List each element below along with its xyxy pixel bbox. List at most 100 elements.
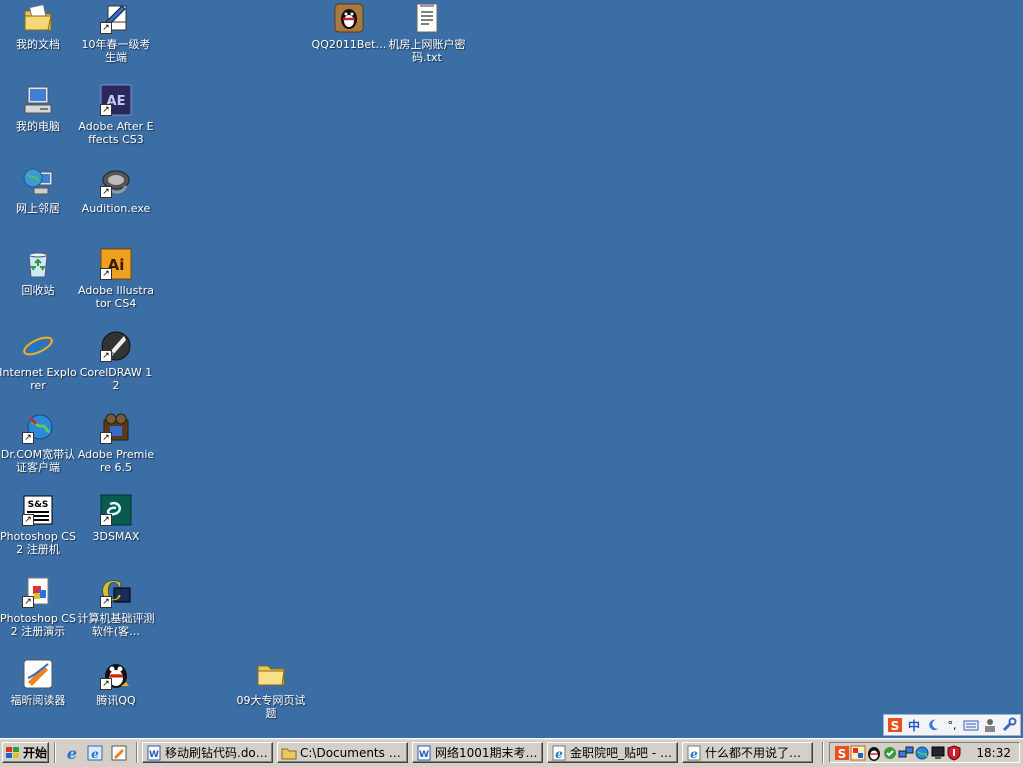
word-doc-icon: W [146, 745, 162, 761]
svg-text:W: W [419, 750, 429, 760]
desktop-icon-qq[interactable]: ↗ 腾讯QQ [77, 658, 155, 707]
desktop-icon-label: Adobe After Effects CS3 [78, 120, 154, 146]
desktop-icon-assessment-software[interactable]: C ↗ 计算机基础评测软件(客… [77, 576, 155, 638]
desktop-icon-label: 回收站 [21, 284, 55, 297]
start-label: 开始 [23, 746, 48, 760]
ime-tray-icon[interactable] [850, 745, 866, 761]
windows-logo-icon [5, 745, 21, 761]
desktop-icon-label: 09大专网页试题 [236, 694, 306, 720]
keygen-icon: S&S ↗ [22, 494, 54, 526]
svg-text:S: S [891, 719, 900, 733]
shortcut-arrow-icon: ↗ [100, 350, 112, 362]
desktop[interactable]: 我的文档 我的电脑 网上邻居 回收站 e Internet Explorer ↗… [0, 0, 1023, 738]
wrench-icon[interactable] [1001, 717, 1017, 733]
ie-quicklaunch-icon[interactable]: e [64, 744, 80, 763]
foxit-reader-icon [22, 658, 54, 690]
3dsmax-icon: ↗ [100, 494, 132, 526]
folder-icon [281, 745, 297, 761]
taskbar-separator [822, 742, 824, 763]
shortcut-arrow-icon: ↗ [100, 22, 112, 34]
desktop-icon-label: 3DSMAX [92, 530, 140, 543]
desktop-icon-my-documents[interactable]: 我的文档 [0, 2, 77, 51]
sogou-s-icon[interactable]: S [887, 717, 903, 733]
shortcut-arrow-icon: ↗ [100, 596, 112, 608]
ime-punctuation[interactable]: °, [944, 717, 960, 733]
premiere-icon: ↗ [100, 412, 132, 444]
network-places-icon [22, 166, 54, 198]
after-effects-icon: AE ↗ [100, 84, 132, 116]
desktop-icon-label: Dr.COM宽带认证客户端 [0, 448, 76, 474]
desktop-icon-internet-explorer[interactable]: e Internet Explorer [0, 330, 77, 392]
recycle-bin-icon [22, 248, 54, 280]
desktop-icon-label: 计算机基础评测软件(客… [77, 612, 155, 638]
exam-client-icon: ↗ [100, 2, 132, 34]
skin-icon[interactable] [982, 717, 998, 733]
antivirus-tray-icon[interactable] [882, 745, 898, 761]
ime-mode-chinese[interactable]: 中 [906, 717, 922, 733]
taskbar-task-word-2[interactable]: W 网络1001期末考… [412, 742, 543, 763]
desktop-icon-3dsmax[interactable]: ↗ 3DSMAX [77, 494, 155, 543]
desktop-icon-label: Audition.exe [81, 202, 151, 215]
desktop-icon-folder[interactable]: 09大专网页试题 [232, 658, 310, 720]
monitor-tray-icon[interactable] [930, 745, 946, 761]
svg-text:S&S: S&S [28, 500, 49, 510]
desktop-icon-label: 我的文档 [16, 38, 60, 51]
desktop-icon-label: 我的电脑 [16, 120, 60, 133]
audition-icon: ↗ [100, 166, 132, 198]
desktop-icon-foxit-reader[interactable]: 福昕阅读器 [0, 658, 77, 707]
svg-text:e: e [67, 745, 77, 761]
shortcut-arrow-icon: ↗ [100, 104, 112, 116]
taskbar-separator [136, 742, 138, 763]
foxit-quicklaunch-icon[interactable] [111, 745, 127, 761]
desktop-icon-qq-installer[interactable]: QQ2011Bet… [310, 2, 388, 51]
taskbar-separator [54, 742, 56, 763]
desktop-icon-coreldraw[interactable]: ↗ CorelDRAW 12 [77, 330, 155, 392]
shortcut-arrow-icon: ↗ [100, 432, 112, 444]
desktop-icon-keygen[interactable]: S&S ↗ Photoshop CS2 注册机 [0, 494, 77, 556]
clock[interactable]: 18:32 [976, 746, 1011, 760]
desktop-icon-exam-client[interactable]: ↗ 10年春一级考生端 [77, 2, 155, 64]
desktop-icon-text-file[interactable]: 机房上网账户密码.txt [388, 2, 466, 64]
desktop-icon-demo[interactable]: ↗ Photoshop CS2 注册演示 [0, 576, 77, 638]
taskbar-task-explorer[interactable]: C:\Documents and … [277, 742, 408, 763]
ie-page-icon: e [686, 745, 702, 761]
shield-tray-icon[interactable] [946, 744, 962, 761]
desktop-icon-label: Adobe Illustrator CS4 [78, 284, 154, 310]
shortcut-arrow-icon: ↗ [100, 514, 112, 526]
desktop-icon-drcom[interactable]: ↗ Dr.COM宽带认证客户端 [0, 412, 77, 474]
desktop-icon-my-computer[interactable]: 我的电脑 [0, 84, 77, 133]
start-button[interactable]: 开始 [2, 742, 49, 763]
desktop-icon-illustrator[interactable]: Ai ↗ Adobe Illustrator CS4 [77, 248, 155, 310]
keyboard-icon[interactable] [963, 717, 979, 733]
desktop-icon-audition[interactable]: ↗ Audition.exe [77, 166, 155, 215]
desktop-icon-network-places[interactable]: 网上邻居 [0, 166, 77, 215]
taskbar-task-word-1[interactable]: W 移动刷钻代码.do… [142, 742, 273, 763]
network-tray-icon[interactable] [898, 745, 914, 761]
desktop-icon-recycle-bin[interactable]: 回收站 [0, 248, 77, 297]
desktop-icon-premiere[interactable]: ↗ Adobe Premiere 6.5 [77, 412, 155, 474]
shortcut-arrow-icon: ↗ [100, 678, 112, 690]
desktop-icon-label: CorelDRAW 12 [79, 366, 153, 392]
internet-explorer-icon: e [22, 330, 54, 362]
ie-page-icon: e [551, 745, 567, 761]
desktop-icon-label: 腾讯QQ [96, 694, 136, 707]
taskbar-task-ie-1[interactable]: e 金职院吧_贴吧 - … [547, 742, 678, 763]
moon-icon[interactable] [925, 717, 941, 733]
desktop-icon-after-effects[interactable]: AE ↗ Adobe After Effects CS3 [77, 84, 155, 146]
folder-icon [255, 658, 287, 690]
svg-text:S: S [838, 747, 847, 761]
qq-icon: ↗ [100, 658, 132, 690]
sogou-tray-icon[interactable]: S [834, 745, 850, 761]
desktop-icon-label: Adobe Premiere 6.5 [77, 448, 155, 474]
drcom-icon: ↗ [22, 412, 54, 444]
shortcut-arrow-icon: ↗ [100, 268, 112, 280]
globe-tray-icon[interactable] [914, 745, 930, 761]
assessment-software-icon: C ↗ [100, 576, 132, 608]
ime-toolbar[interactable]: S 中 °, [883, 714, 1021, 736]
ie-alt-quicklaunch-icon[interactable]: e [87, 745, 103, 761]
svg-text:e: e [28, 330, 47, 362]
desktop-icon-label: 10年春一级考生端 [81, 38, 151, 64]
word-doc-icon: W [416, 745, 432, 761]
qq-tray-icon[interactable] [866, 745, 882, 761]
taskbar-task-ie-2[interactable]: e 什么都不用说了… [682, 742, 813, 763]
